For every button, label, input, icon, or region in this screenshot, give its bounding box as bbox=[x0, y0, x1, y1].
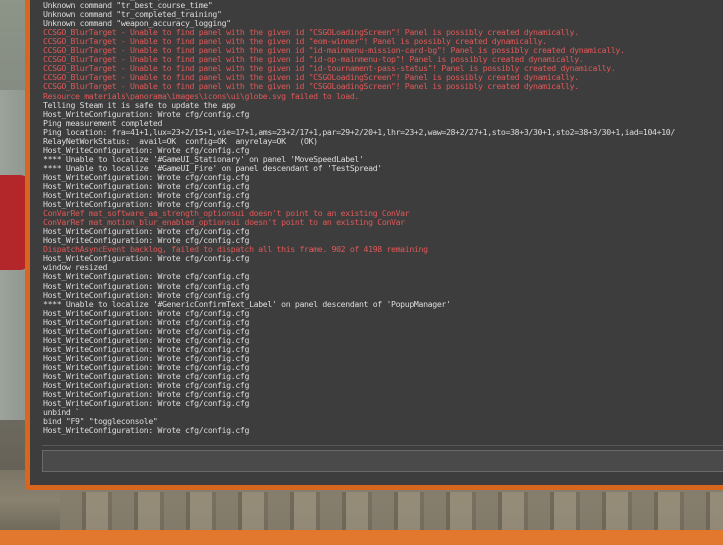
console-panel: Unknown command "cl_thirdperson"Unknown … bbox=[30, 0, 723, 485]
console-input[interactable] bbox=[42, 450, 723, 472]
console-window: Unknown command "cl_thirdperson"Unknown … bbox=[25, 0, 723, 490]
console-line: Host_WriteConfiguration: Wrote cfg/confi… bbox=[43, 398, 250, 409]
console-log[interactable]: Unknown command "cl_thirdperson"Unknown … bbox=[43, 0, 723, 442]
console-line: Host_WriteConfiguration: Wrote cfg/confi… bbox=[43, 253, 250, 264]
background-stones bbox=[60, 492, 723, 530]
console-line: Host_WriteConfiguration: Wrote cfg/confi… bbox=[43, 425, 250, 436]
bottom-orange-bar bbox=[0, 530, 723, 545]
console-divider bbox=[42, 445, 723, 446]
